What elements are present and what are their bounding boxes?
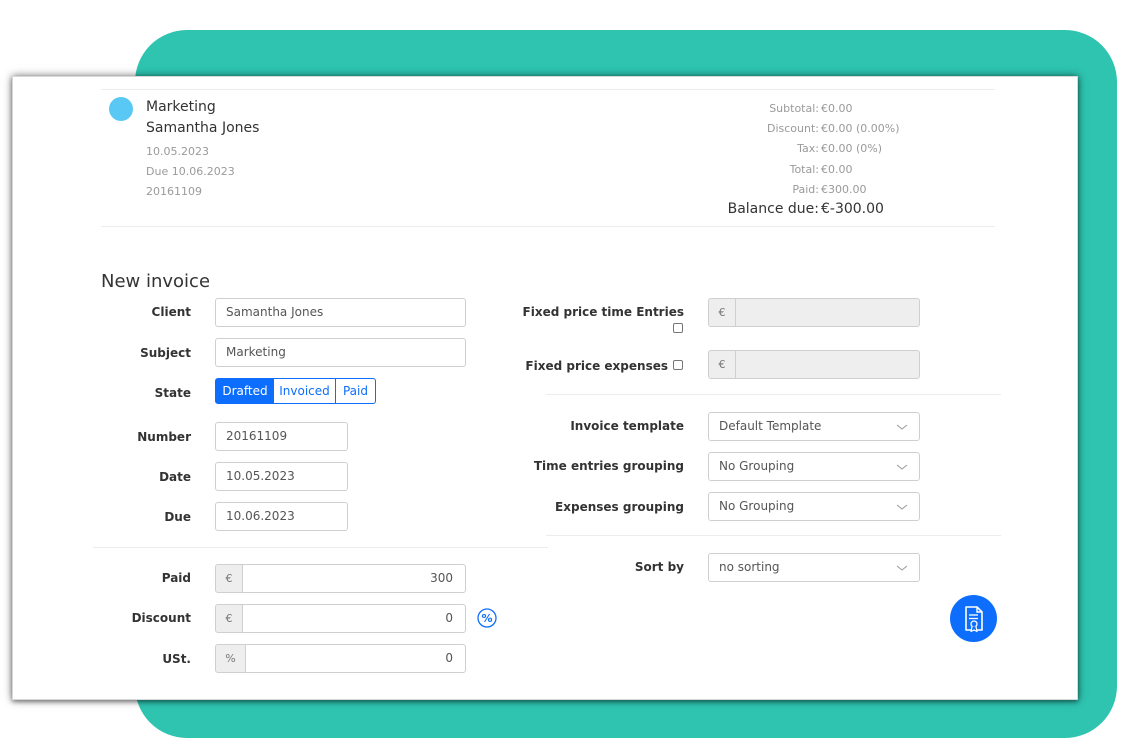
invoice-client: Samantha Jones	[146, 120, 260, 136]
summary-divider	[101, 226, 995, 227]
client-field[interactable]: Samantha Jones	[215, 298, 466, 327]
state-label: State	[154, 386, 191, 400]
form-title: New invoice	[101, 271, 211, 292]
ust-label: USt.	[162, 652, 191, 666]
status-dot	[109, 97, 133, 121]
subtotal-label: Subtotal:	[769, 102, 819, 115]
chevron-down-icon	[896, 565, 908, 571]
invoice-due-date: Due 10.06.2023	[146, 165, 235, 178]
fixed-time-checkbox[interactable]	[673, 323, 683, 333]
sort-by-label: Sort by	[634, 560, 684, 574]
date-field[interactable]: 10.05.2023	[215, 462, 348, 491]
fixed-expenses-label: Fixed price expenses	[525, 359, 668, 373]
time-grouping-label: Time entries grouping	[533, 459, 684, 473]
create-invoice-button[interactable]	[950, 595, 997, 642]
balance-due-label: Balance due:	[727, 201, 819, 217]
time-grouping-select[interactable]: No Grouping	[708, 452, 920, 481]
left-divider	[93, 547, 548, 548]
due-label: Due	[164, 510, 191, 524]
state-invoiced-button[interactable]: Invoiced	[274, 378, 336, 404]
subtotal-value: €0.00	[821, 102, 853, 115]
state-paid-button[interactable]: Paid	[335, 378, 376, 404]
chevron-down-icon	[896, 504, 908, 510]
ust-unit-addon: %	[215, 644, 246, 673]
sort-by-select[interactable]: no sorting	[708, 553, 920, 582]
number-label: Number	[137, 430, 191, 444]
discount-currency-addon: €	[215, 604, 243, 633]
ust-field[interactable]: 0	[246, 644, 466, 673]
discount-label: Discount	[131, 611, 191, 625]
invoice-template-label: Invoice template	[570, 419, 684, 433]
subject-label: Subject	[140, 346, 191, 360]
invoice-subject: Marketing	[146, 99, 216, 115]
sort-by-value: no sorting	[719, 560, 780, 574]
tax-label: Tax:	[797, 142, 819, 155]
total-label: Total:	[789, 163, 819, 176]
fixed-expenses-currency-addon: €	[708, 350, 736, 379]
right-divider-2	[546, 535, 1001, 536]
fixed-time-amount-field	[736, 298, 920, 327]
paid-amount-field[interactable]: 300	[243, 564, 466, 593]
discount-summary-label: Discount:	[767, 122, 819, 135]
number-field[interactable]: 20161109	[215, 422, 348, 451]
time-grouping-value: No Grouping	[719, 459, 795, 473]
fixed-time-label: Fixed price time Entries	[522, 305, 684, 319]
discount-amount-field[interactable]: 0	[243, 604, 466, 633]
expenses-grouping-label: Expenses grouping	[555, 500, 684, 514]
tax-value: €0.00 (0%)	[821, 142, 883, 155]
invoice-template-value: Default Template	[719, 419, 822, 433]
paid-label: Paid	[161, 571, 191, 585]
invoice-template-select[interactable]: Default Template	[708, 412, 920, 441]
client-label: Client	[151, 305, 191, 319]
invoice-panel: Marketing Samantha Jones 10.05.2023 Due …	[12, 76, 1078, 700]
fixed-expenses-checkbox[interactable]	[673, 360, 683, 370]
svg-text:%: %	[481, 612, 492, 625]
paid-summary-label: Paid:	[792, 183, 819, 196]
chevron-down-icon	[896, 464, 908, 470]
fixed-expenses-amount-field	[736, 350, 920, 379]
total-value: €0.00	[821, 163, 853, 176]
state-drafted-button[interactable]: Drafted	[215, 378, 275, 404]
date-label: Date	[159, 470, 191, 484]
top-divider	[101, 89, 995, 90]
right-divider-1	[546, 394, 1001, 395]
chevron-down-icon	[896, 424, 908, 430]
fixed-time-currency-addon: €	[708, 298, 736, 327]
expenses-grouping-value: No Grouping	[719, 499, 795, 513]
invoice-certificate-icon	[965, 606, 983, 633]
due-field[interactable]: 10.06.2023	[215, 502, 348, 531]
percent-icon[interactable]: %	[477, 608, 497, 628]
expenses-grouping-select[interactable]: No Grouping	[708, 492, 920, 521]
subject-field[interactable]: Marketing	[215, 338, 466, 367]
paid-currency-addon: €	[215, 564, 243, 593]
paid-summary-value: €300.00	[821, 183, 867, 196]
discount-summary-value: €0.00 (0.00%)	[821, 122, 900, 135]
invoice-date: 10.05.2023	[146, 145, 209, 158]
balance-due-value: €-300.00	[821, 201, 884, 217]
invoice-number: 20161109	[146, 185, 202, 198]
